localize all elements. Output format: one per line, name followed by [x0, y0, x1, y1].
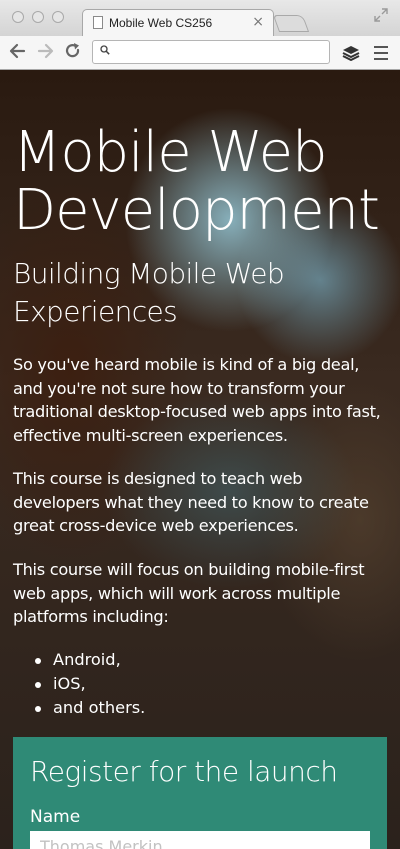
name-input[interactable]: [30, 831, 370, 849]
maximize-window-button[interactable]: [52, 11, 64, 23]
browser-tab[interactable]: Mobile Web CS256 ×: [82, 9, 274, 37]
page-title: Mobile Web Development: [13, 120, 380, 243]
focus-paragraph: This course will focus on building mobil…: [13, 560, 365, 626]
browser-toolbar: [0, 36, 400, 70]
page-subtitle: Building Mobile Web Experiences: [13, 257, 285, 328]
tab-title: Mobile Web CS256: [109, 16, 213, 30]
reload-icon[interactable]: [64, 41, 82, 61]
platform-item: Android,: [33, 648, 145, 672]
close-window-button[interactable]: [12, 11, 24, 23]
platform-item: and others.: [33, 696, 145, 720]
address-bar[interactable]: [92, 40, 330, 64]
browser-titlebar: Mobile Web CS256 ×: [0, 0, 400, 37]
new-tab-button[interactable]: [272, 15, 310, 32]
register-heading: Register for the launch: [30, 755, 338, 788]
fullscreen-icon[interactable]: [374, 8, 388, 22]
search-icon: [100, 45, 110, 55]
platform-item: iOS,: [33, 672, 145, 696]
layers-icon[interactable]: [342, 45, 360, 61]
forward-arrow-icon[interactable]: [36, 41, 54, 61]
minimize-window-button[interactable]: [32, 11, 44, 23]
back-arrow-icon[interactable]: [9, 41, 27, 61]
platform-list: Android, iOS, and others.: [33, 648, 145, 720]
name-label: Name: [30, 807, 81, 827]
intro-paragraph: So you've heard mobile is kind of a big …: [13, 355, 381, 445]
register-panel: Register for the launch Name: [13, 737, 387, 849]
page-icon: [93, 16, 103, 29]
menu-icon[interactable]: [374, 46, 388, 64]
course-paragraph: This course is designed to teach web dev…: [13, 469, 369, 535]
tab-close-icon[interactable]: ×: [252, 14, 264, 30]
page-viewport[interactable]: Mobile Web Development Building Mobile W…: [0, 70, 400, 849]
